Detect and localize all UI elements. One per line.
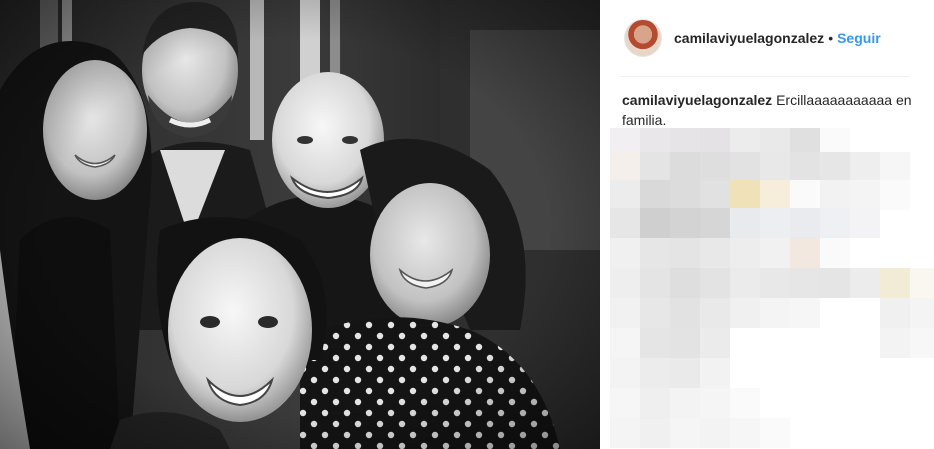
post-caption: camilaviyuelagonzalez Ercillaaaaaaaaaaa …	[622, 90, 912, 130]
separator-dot: •	[828, 30, 834, 46]
post-sidebar: camilaviyuelagonzalez • Seguir camilaviy…	[600, 0, 934, 449]
post-photo[interactable]	[0, 0, 600, 449]
header-divider	[620, 76, 910, 77]
selfie-image	[0, 0, 600, 449]
post-username-link[interactable]: camilaviyuelagonzalez	[674, 30, 824, 46]
caption-username-link[interactable]: camilaviyuelagonzalez	[622, 92, 772, 108]
post-header: camilaviyuelagonzalez • Seguir	[624, 16, 910, 60]
avatar[interactable]	[624, 19, 662, 57]
follow-button[interactable]: Seguir	[837, 30, 881, 46]
comments-blurred-area	[610, 128, 934, 449]
